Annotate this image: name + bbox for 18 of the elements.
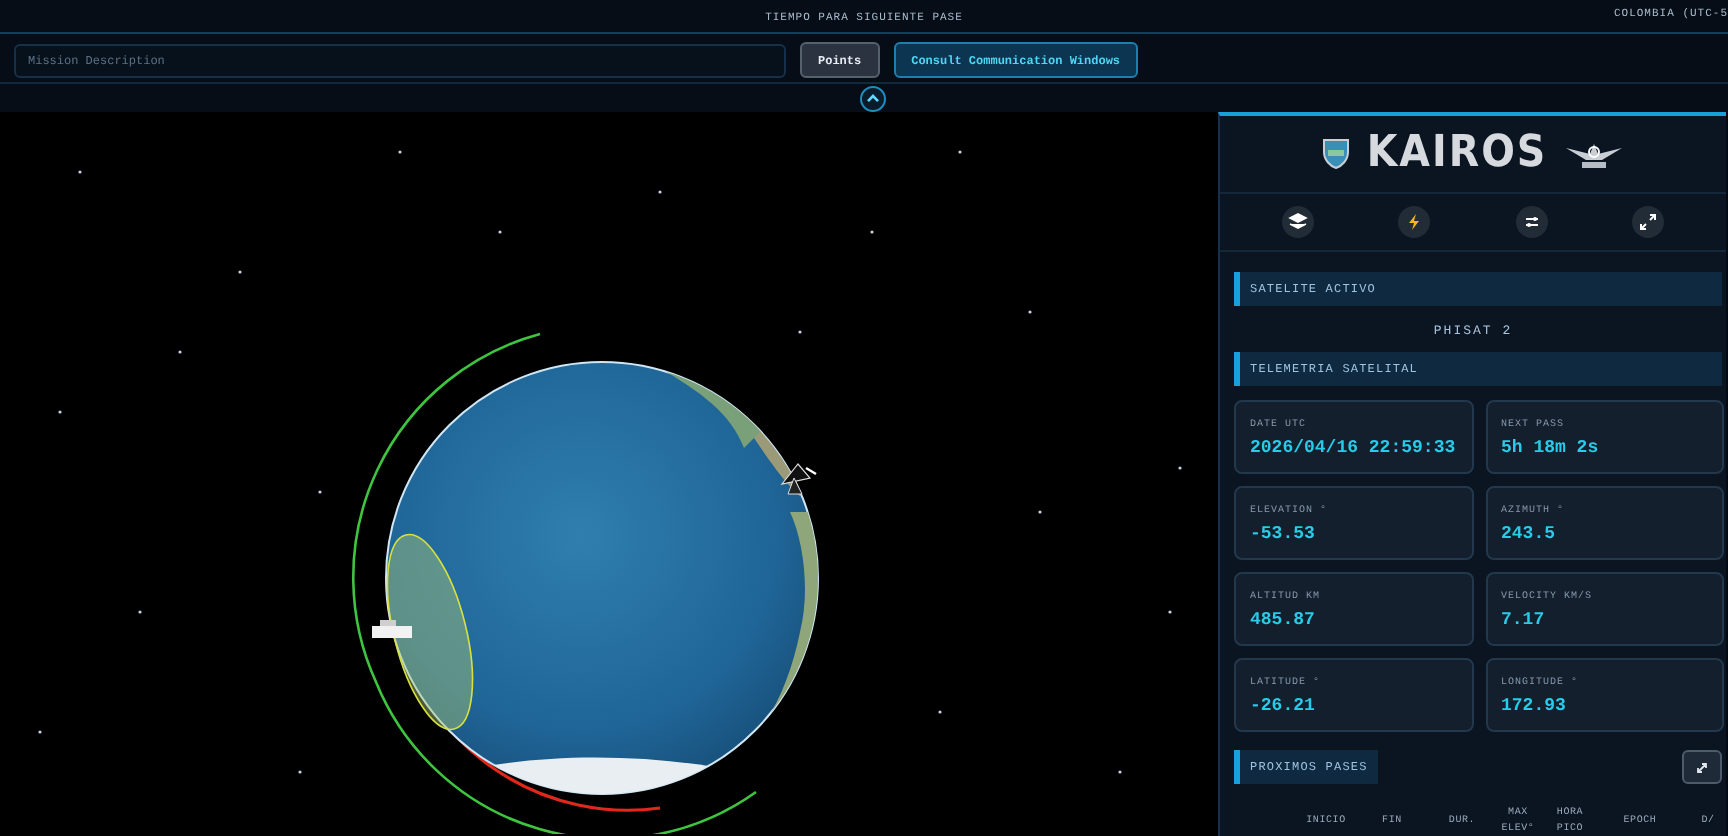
kairos-logo: KAIROS <box>1366 128 1548 179</box>
telemetry-value: -53.53 <box>1250 524 1317 544</box>
telemetry-value: 172.93 <box>1501 696 1568 716</box>
telemetry-value: -26.21 <box>1250 696 1317 716</box>
satellite-icon <box>372 620 412 638</box>
telemetry-value: 7.17 <box>1501 610 1547 630</box>
telemetry-value: 485.87 <box>1250 610 1317 630</box>
shield-emblem-icon <box>1322 137 1351 170</box>
telemetry-value: 243.5 <box>1501 524 1558 544</box>
expand-icon <box>1694 759 1710 775</box>
telemetry-value: 5h 18m 2s <box>1501 438 1601 458</box>
lightning-icon[interactable] <box>1398 205 1431 238</box>
collapse-chevron-icon[interactable] <box>859 85 885 111</box>
telemetry-value: 2026/04/16 22:59:33 <box>1250 438 1457 458</box>
sliders-icon[interactable] <box>1515 205 1548 238</box>
expand-button[interactable] <box>1682 750 1722 784</box>
layers-icon[interactable] <box>1282 205 1315 238</box>
expand-icon[interactable] <box>1631 205 1664 238</box>
